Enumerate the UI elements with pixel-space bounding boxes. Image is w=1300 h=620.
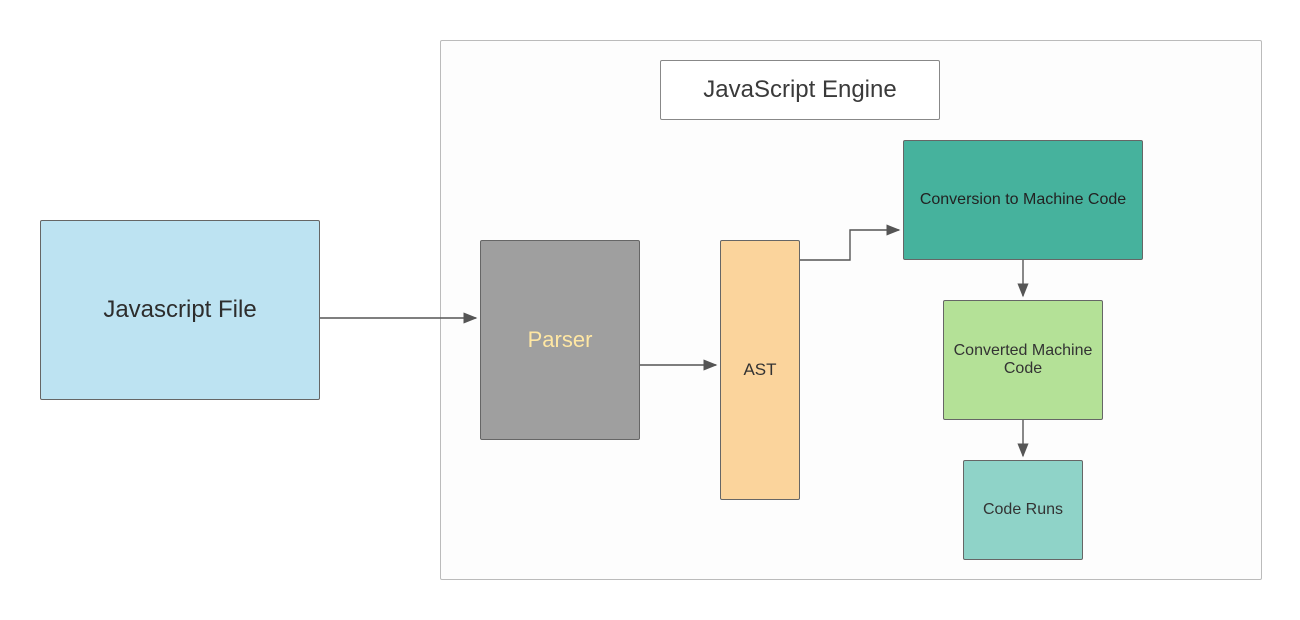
node-parser: Parser <box>480 240 640 440</box>
node-code-runs: Code Runs <box>963 460 1083 560</box>
node-machine-conversion-label: Conversion to Machine Code <box>920 191 1126 209</box>
node-machine-conversion: Conversion to Machine Code <box>903 140 1143 260</box>
node-converted-code: Converted Machine Code <box>943 300 1103 420</box>
node-converted-code-label: Converted Machine Code <box>950 342 1096 378</box>
diagram-canvas: JavaScript Engine Javascript File Parser… <box>0 0 1300 620</box>
node-code-runs-label: Code Runs <box>983 501 1063 519</box>
node-ast-label: AST <box>743 360 776 380</box>
engine-title: JavaScript Engine <box>660 60 940 120</box>
engine-title-text: JavaScript Engine <box>703 76 896 104</box>
node-js-file-label: Javascript File <box>103 296 256 324</box>
node-ast: AST <box>720 240 800 500</box>
node-js-file: Javascript File <box>40 220 320 400</box>
node-parser-label: Parser <box>528 327 593 353</box>
